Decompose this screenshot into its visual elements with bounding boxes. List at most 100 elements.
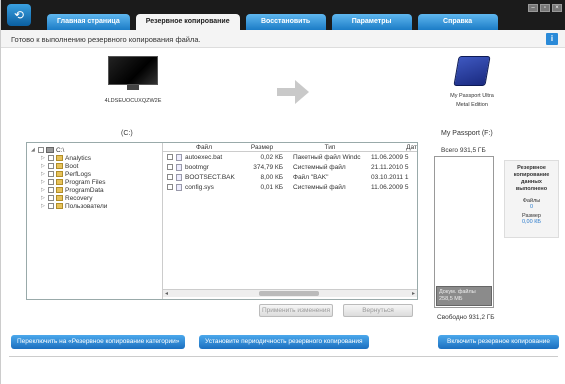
column-size[interactable]: Размер [241, 143, 287, 151]
file-list-header: Файл Размер Тип Дат [163, 143, 417, 152]
info-icon[interactable]: i [546, 33, 558, 45]
tree-item-recovery[interactable]: ▷ Recovery [31, 194, 158, 202]
app-logo-icon: ⟲ [7, 4, 31, 26]
file-type: Файл "BAK" [293, 173, 329, 181]
tree-root-label: C:\ [56, 146, 65, 154]
maximize-icon[interactable]: ▫ [540, 4, 550, 12]
file-selection-pane: ◢ C:\ ▷ Analytics ▷ Boot ▷ PerfLogs ▷ Pr… [26, 142, 418, 300]
main-tabs: Главная страница Резервное копирование В… [47, 14, 498, 30]
set-backup-frequency-button[interactable]: Установите периодичность резервного копи… [199, 335, 369, 349]
expand-icon[interactable]: ▷ [41, 155, 46, 161]
expand-icon[interactable]: ▷ [41, 163, 46, 169]
bottom-divider [9, 356, 558, 357]
column-date[interactable]: Дат [367, 143, 417, 151]
tree-item-programdata[interactable]: ▷ ProgramData [31, 186, 158, 194]
checkbox[interactable] [48, 203, 54, 209]
tab-restore[interactable]: Восстановить [245, 14, 326, 30]
checkbox[interactable] [48, 195, 54, 201]
capacity-used-label: Докум. файлы [439, 289, 476, 295]
checkbox[interactable] [48, 179, 54, 185]
checkbox[interactable] [167, 164, 173, 170]
tree-item-users[interactable]: ▷ Пользователи [31, 202, 158, 210]
tree-root[interactable]: ◢ C:\ [31, 146, 158, 154]
expand-icon[interactable]: ▷ [41, 203, 46, 209]
scrollbar-thumb[interactable] [259, 291, 319, 296]
tree-item-perflogs[interactable]: ▷ PerfLogs [31, 170, 158, 178]
checkbox[interactable] [48, 163, 54, 169]
folder-icon [56, 187, 63, 193]
file-icon [176, 173, 182, 181]
close-icon[interactable]: × [552, 4, 562, 12]
expand-icon[interactable]: ▷ [41, 187, 46, 193]
expand-icon[interactable]: ▷ [41, 195, 46, 201]
tree-item-program-files[interactable]: ▷ Program Files [31, 178, 158, 186]
tree-item-label: PerfLogs [65, 170, 92, 178]
tab-settings[interactable]: Параметры [331, 14, 412, 30]
tab-backup[interactable]: Резервное копирование [135, 14, 240, 30]
file-size: 8,00 КБ [260, 173, 283, 181]
tree-item-analytics[interactable]: ▷ Analytics [31, 154, 158, 162]
expand-icon[interactable]: ▷ [41, 171, 46, 177]
status-text: Готово к выполнению резервного копирован… [11, 35, 201, 44]
source-device: 4LDSEUOCUXQZW2E [93, 56, 173, 104]
file-row[interactable]: autoexec.bat 0,02 КБ Пакетный файл Windc… [163, 152, 417, 162]
tree-item-label: Пользователи [65, 202, 108, 210]
capacity-used-bar: Докум. файлы 258,5 МБ [436, 286, 492, 306]
file-size: 374,79 КБ [253, 163, 283, 171]
file-size: 0,01 КБ [260, 183, 283, 191]
capacity-used-value: 258,5 МБ [439, 296, 463, 302]
scroll-left-icon[interactable]: ◂ [165, 290, 168, 297]
destination-device: My Passport Ultra Metal Edition [437, 56, 507, 110]
horizontal-scrollbar[interactable]: ◂ ▸ [163, 289, 417, 297]
folder-icon [56, 179, 63, 185]
external-drive-icon [453, 56, 491, 86]
source-device-name: 4LDSEUOCUXQZW2E [104, 98, 162, 104]
file-date: 11.06.2009 5 [371, 183, 409, 191]
folder-icon [56, 171, 63, 177]
file-icon [176, 183, 182, 191]
apply-changes-button[interactable]: Применить изменения [259, 304, 333, 317]
file-row[interactable]: BOOTSECT.BAK 8,00 КБ Файл "BAK" 03.10.20… [163, 172, 417, 182]
column-file[interactable]: Файл [163, 143, 241, 151]
destination-device-name: My Passport Ultra Metal Edition [437, 92, 507, 110]
file-date: 03.10.2011 1 [371, 173, 409, 181]
status-bar: Готово к выполнению резервного копирован… [1, 30, 565, 48]
file-row[interactable]: config.sys 0,01 КБ Системный файл 11.06.… [163, 182, 417, 192]
checkbox[interactable] [48, 155, 54, 161]
collapse-icon[interactable]: ◢ [31, 147, 36, 153]
tree-item-label: Boot [65, 162, 79, 170]
summary-size-value: 0,00 КБ [521, 219, 542, 225]
tree-item-label: ProgramData [65, 186, 104, 194]
column-type[interactable]: Тип [287, 143, 367, 151]
checkbox[interactable] [48, 171, 54, 177]
file-name: bootmgr [185, 163, 209, 171]
checkbox[interactable] [167, 174, 173, 180]
file-date: 11.06.2009 5 [371, 153, 409, 161]
file-row[interactable]: bootmgr 374,79 КБ Системный файл 21.11.2… [163, 162, 417, 172]
capacity-total: Всего 931,5 ГБ [441, 147, 486, 154]
tree-item-boot[interactable]: ▷ Boot [31, 162, 158, 170]
enable-backup-button[interactable]: Включить резервное копирование [438, 335, 559, 349]
file-type: Пакетный файл Windc [293, 153, 361, 161]
expand-icon[interactable]: ▷ [41, 179, 46, 185]
checkbox[interactable] [167, 154, 173, 160]
revert-button[interactable]: Вернуться [343, 304, 413, 317]
tab-help[interactable]: Справка [417, 14, 498, 30]
summary-title: Резервное копирование данных выполнено [513, 165, 550, 192]
scroll-right-icon[interactable]: ▸ [412, 290, 415, 297]
computer-icon [108, 56, 158, 90]
tree-item-label: Program Files [65, 178, 106, 186]
summary-files-value: 0 [529, 204, 534, 210]
switch-category-backup-button[interactable]: Переключить на «Резервное копирование ка… [11, 335, 186, 349]
destination-name-line2: Metal Edition [456, 102, 488, 108]
folder-icon [56, 195, 63, 201]
checkbox[interactable] [38, 147, 44, 153]
file-date: 21.11.2010 5 [371, 163, 409, 171]
destination-drive-label: My Passport (F:) [441, 130, 493, 137]
file-name: config.sys [185, 183, 214, 191]
tab-home[interactable]: Главная страница [47, 14, 130, 30]
file-icon [176, 153, 182, 161]
minimize-icon[interactable]: – [528, 4, 538, 12]
checkbox[interactable] [48, 187, 54, 193]
checkbox[interactable] [167, 184, 173, 190]
